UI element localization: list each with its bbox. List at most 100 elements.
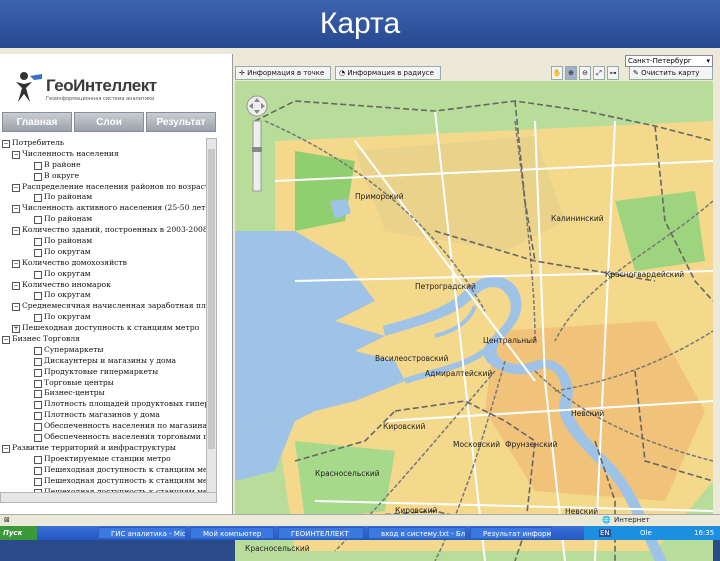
language-indicator[interactable]: EN [599, 529, 611, 537]
tree-item[interactable]: По округам [0, 269, 206, 280]
checkbox[interactable] [34, 423, 42, 432]
checkbox[interactable] [34, 314, 42, 323]
tree-item[interactable]: − Потребитель [0, 138, 206, 149]
city-select-value: Санкт-Петербург [628, 57, 692, 65]
tree-item[interactable]: По округам [0, 312, 206, 323]
tree-item[interactable]: По районам [0, 192, 206, 203]
tree-item[interactable]: − Численность населения [0, 149, 206, 160]
collapse-icon[interactable]: − [2, 444, 10, 453]
tree-item-label: Потребитель [12, 138, 65, 147]
tree-item[interactable]: Проектируемые станции метро [0, 454, 206, 465]
tab-result[interactable]: Результат [146, 112, 216, 132]
collapse-icon[interactable]: − [12, 150, 20, 159]
tree-item[interactable]: Дискаунтеры и магазины у дома [0, 356, 206, 367]
tab-layers[interactable]: Слои [74, 112, 144, 132]
tree-item[interactable]: − Развитие территорий и инфраструктуры [0, 443, 206, 454]
taskbar-item[interactable]: вход в систему.txt - Бл... [368, 527, 466, 539]
checkbox[interactable] [34, 194, 42, 203]
tree-item-label: Проектируемые станции метро [44, 453, 171, 463]
checkbox[interactable] [34, 216, 42, 225]
tree-item[interactable]: В округе [0, 171, 206, 182]
tree-item[interactable]: По округам [0, 247, 206, 258]
tree-item[interactable]: По округам [0, 290, 206, 301]
tree-item[interactable]: + Пешеходная доступность к станциям метро [0, 323, 206, 334]
zoom-out-tool-button[interactable]: ⊖ [579, 66, 591, 80]
pan-tool-button[interactable]: ✋ [551, 66, 563, 80]
checkbox[interactable] [34, 368, 42, 377]
collapse-icon[interactable]: − [12, 303, 20, 312]
collapse-icon[interactable]: − [12, 183, 20, 192]
collapse-icon[interactable]: − [12, 227, 20, 236]
tree-item[interactable]: Плотность магазинов у дома [0, 410, 206, 421]
pan-control[interactable] [246, 95, 268, 117]
collapse-icon[interactable]: − [2, 336, 10, 345]
collapse-icon[interactable]: − [12, 259, 20, 268]
tree-item[interactable]: По районам [0, 214, 206, 225]
system-tray: EN Ole 16:35 [584, 526, 720, 540]
checkbox[interactable] [34, 390, 42, 399]
info-point-button[interactable]: ✛ Информация в точке [235, 66, 331, 80]
tree-item[interactable]: − Бизнес Торговля [0, 334, 206, 345]
tree-item[interactable]: − Распределение населения районов по возр… [0, 182, 206, 193]
checkbox[interactable] [34, 270, 42, 279]
tree-item[interactable]: − Количество домохозяйств [0, 258, 206, 269]
zoom-in-tool-button[interactable]: ⊕ [565, 66, 577, 80]
checkbox[interactable] [34, 248, 42, 257]
tree-item[interactable]: Плотность площадей продуктовых гипермарк… [0, 399, 206, 410]
checkbox[interactable] [34, 346, 42, 355]
checkbox[interactable] [34, 161, 42, 170]
tree-item[interactable]: В районе [0, 160, 206, 171]
tree-item[interactable]: Продуктовые гипермаркеты [0, 367, 206, 378]
tab-main[interactable]: Главная [2, 112, 72, 132]
tree-item[interactable]: Бизнес-центры [0, 388, 206, 399]
collapse-icon[interactable]: − [12, 205, 20, 214]
tree-horizontal-scrollbar[interactable] [0, 492, 217, 503]
tree-item[interactable]: − Численность активного населения (25-50 … [0, 203, 206, 214]
tree-item[interactable]: По районам [0, 236, 206, 247]
scrollbar-thumb[interactable] [208, 149, 215, 449]
tree-item[interactable]: Обеспеченность населения по магазинам у … [0, 421, 206, 432]
tree-item[interactable]: Пешеходная доступность к станциям метро … [0, 476, 206, 487]
district-label: Красногвардейский [605, 270, 684, 279]
checkbox[interactable] [34, 477, 42, 486]
internet-zone-icon: 🌐 [602, 516, 611, 524]
tray-app-label[interactable]: Ole [640, 529, 652, 537]
expand-icon[interactable]: + [12, 325, 20, 334]
taskbar-item[interactable]: Мой компьютер [190, 527, 274, 539]
tree-item[interactable]: − Количество иномарок [0, 280, 206, 291]
zoom-slider[interactable] [252, 120, 262, 192]
taskbar-item[interactable]: ГЕОИНТЕЛЛЕКТ [278, 527, 364, 539]
collapse-icon[interactable]: − [12, 281, 20, 290]
tree-item-label: Пешеходная доступность к станциям метро … [44, 464, 206, 474]
taskbar-item[interactable]: Результат информаци... [470, 527, 552, 539]
checkbox[interactable] [34, 412, 42, 421]
checkbox[interactable] [34, 466, 42, 475]
checkbox[interactable] [34, 401, 42, 410]
tree-item[interactable]: Торговые центры [0, 378, 206, 389]
info-radius-button[interactable]: ◔ Информация в радиусе [335, 66, 441, 80]
measure-button[interactable]: ⊶ [607, 66, 619, 80]
checkbox[interactable] [34, 455, 42, 464]
taskbar-item[interactable]: ГИС аналитика - Micr... [98, 527, 186, 539]
tree-item[interactable]: Обеспеченность населения торговыми площа… [0, 432, 206, 443]
checkbox[interactable] [34, 379, 42, 388]
checkbox[interactable] [34, 357, 42, 366]
collapse-icon[interactable]: − [2, 140, 10, 148]
panel-tabs: Главная Слои Результат [2, 112, 216, 132]
start-button[interactable]: Пуск [0, 526, 37, 540]
tree-vertical-scrollbar[interactable] [206, 138, 217, 494]
clear-map-button[interactable]: ✎ Очистить карту [629, 66, 713, 80]
city-map[interactable]: Приморский Калининский Красногвардейский Пе… [235, 81, 713, 561]
tree-item[interactable]: − Количество зданий, построенных в 2003-2… [0, 225, 206, 236]
tree-item[interactable]: − Среднемесячная начисленная заработная п… [0, 301, 206, 312]
district-label: Петроградский [415, 282, 476, 291]
checkbox[interactable] [34, 238, 42, 247]
checkbox[interactable] [34, 172, 42, 181]
checkbox[interactable] [34, 292, 42, 301]
tree-item[interactable]: Пешеходная доступность к станциям метро … [0, 465, 206, 476]
tree-item[interactable]: Супермаркеты [0, 345, 206, 356]
full-extent-button[interactable]: ⤢ [593, 66, 605, 80]
city-select[interactable]: Санкт-Петербург ▾ [625, 55, 713, 67]
info-point-label: Информация в точке [247, 69, 325, 77]
checkbox[interactable] [34, 434, 42, 443]
